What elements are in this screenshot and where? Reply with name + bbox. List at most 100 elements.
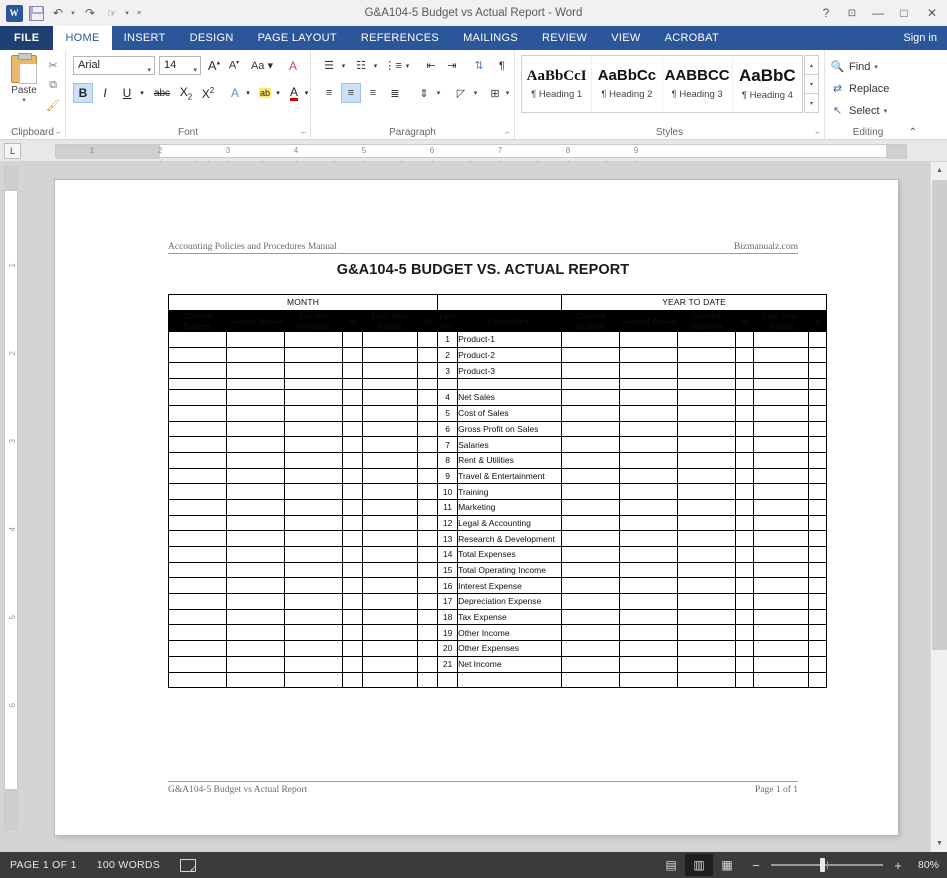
cell-value-empty[interactable] bbox=[342, 483, 363, 500]
cell-value-empty[interactable] bbox=[561, 608, 621, 626]
cell-value-empty[interactable] bbox=[168, 608, 227, 626]
cell-value-empty[interactable] bbox=[735, 624, 755, 642]
cell-value-empty[interactable] bbox=[226, 467, 285, 485]
cell-value-empty[interactable] bbox=[561, 451, 621, 469]
cell-value-empty[interactable] bbox=[416, 467, 439, 485]
underline-button[interactable]: U bbox=[117, 83, 137, 103]
close-button[interactable]: ✕ bbox=[917, 0, 947, 26]
cell-value-empty[interactable] bbox=[342, 577, 363, 595]
cell-value-empty[interactable] bbox=[619, 498, 679, 516]
cell-value-empty[interactable] bbox=[226, 593, 285, 610]
cell-value-empty[interactable] bbox=[362, 483, 418, 500]
vertical-scrollbar[interactable]: ▲ ▼ bbox=[930, 162, 947, 852]
cell-value-empty[interactable] bbox=[753, 346, 810, 364]
text-highlight-button[interactable]: ab bbox=[256, 83, 274, 103]
cell-value-empty[interactable] bbox=[416, 451, 439, 469]
cell-value-empty[interactable] bbox=[168, 483, 227, 500]
tab-view[interactable]: VIEW bbox=[599, 26, 652, 50]
multilevel-dropdown[interactable]: ▾ bbox=[403, 56, 412, 75]
font-size-combobox[interactable]: 14 ▾ bbox=[159, 56, 201, 75]
bullets-button[interactable]: ☰ bbox=[319, 56, 339, 75]
horizontal-ruler-track[interactable]: 1 2 3 4 5 6 7 8 9 L L L L L L L L L L L … bbox=[55, 144, 907, 169]
cell-value-empty[interactable] bbox=[808, 331, 828, 348]
cell-description[interactable]: Total Expenses bbox=[457, 546, 563, 563]
cell-value-empty[interactable] bbox=[753, 640, 810, 657]
styles-scroll-up-button[interactable]: ▴ bbox=[804, 55, 819, 74]
cell-value-empty[interactable] bbox=[226, 624, 285, 642]
cell-value-empty[interactable] bbox=[561, 362, 621, 380]
cell-value-empty[interactable] bbox=[342, 346, 363, 364]
table-row[interactable]: 20 Other Expenses bbox=[168, 640, 828, 657]
cell-value-empty[interactable] bbox=[735, 346, 755, 364]
document-footer[interactable]: G&A104-5 Budget vs Actual Report Page 1 … bbox=[168, 781, 798, 795]
cell-description[interactable]: Other Income bbox=[457, 624, 563, 642]
cell-value-empty[interactable] bbox=[342, 671, 363, 689]
cell-value-empty[interactable] bbox=[808, 404, 828, 422]
cell-value-empty[interactable] bbox=[753, 577, 810, 595]
cell-value-empty[interactable] bbox=[677, 624, 737, 642]
cell-value-empty[interactable] bbox=[619, 561, 679, 579]
cell-line-no[interactable]: 20 bbox=[437, 640, 459, 657]
cell-value-empty[interactable] bbox=[168, 498, 227, 516]
cell-value-empty[interactable] bbox=[362, 346, 418, 364]
cell-value-empty[interactable] bbox=[284, 624, 343, 642]
table-row[interactable]: 19 Other Income bbox=[168, 624, 828, 642]
show-formatting-marks-button[interactable]: ¶ bbox=[494, 56, 510, 75]
cell-value-empty[interactable] bbox=[342, 640, 363, 657]
cell-value-empty[interactable] bbox=[342, 404, 363, 422]
decrease-indent-button[interactable]: ⇤ bbox=[421, 56, 441, 75]
line-spacing-button[interactable]: ⇕ bbox=[414, 83, 434, 103]
cell-value-empty[interactable] bbox=[168, 546, 227, 563]
table-row[interactable]: 18 Tax Expense bbox=[168, 608, 828, 626]
vertical-ruler-track[interactable]: 1 2 3 4 5 6 bbox=[4, 190, 18, 790]
cell-value-empty[interactable] bbox=[561, 640, 621, 657]
cell-value-empty[interactable] bbox=[284, 498, 343, 516]
cell-value-empty[interactable] bbox=[677, 608, 737, 626]
cell-value-empty[interactable] bbox=[677, 593, 737, 610]
cell-value-empty[interactable] bbox=[168, 420, 227, 438]
cell-value-empty[interactable] bbox=[677, 546, 737, 563]
document-header[interactable]: Accounting Policies and Procedures Manua… bbox=[168, 242, 798, 254]
document-canvas[interactable]: Accounting Policies and Procedures Manua… bbox=[22, 162, 930, 852]
table-row[interactable]: 10 Training bbox=[168, 483, 828, 500]
cell-value-empty[interactable] bbox=[735, 451, 755, 469]
cell-description[interactable]: Travel & Entertainment bbox=[457, 467, 563, 485]
cell-value-empty[interactable] bbox=[677, 640, 737, 657]
cell-description[interactable]: Net Income bbox=[457, 655, 563, 673]
clear-formatting-button[interactable]: A bbox=[282, 56, 304, 75]
tab-stop-selector[interactable]: L bbox=[4, 143, 21, 159]
cell-value-empty[interactable] bbox=[561, 436, 621, 453]
cell-value-empty[interactable] bbox=[362, 608, 418, 626]
cell-line-no[interactable]: 6 bbox=[437, 420, 459, 438]
cell-value-empty[interactable] bbox=[284, 655, 343, 673]
cell-value-empty[interactable] bbox=[168, 561, 227, 579]
scrollbar-thumb[interactable] bbox=[932, 180, 947, 650]
cell-value-empty[interactable] bbox=[362, 436, 418, 453]
cell-value-empty[interactable] bbox=[226, 655, 285, 673]
table-row[interactable]: 7 Salaries bbox=[168, 436, 828, 453]
cell-line-no[interactable]: 2 bbox=[437, 346, 459, 364]
cell-value-empty[interactable] bbox=[342, 467, 363, 485]
cell-value-empty[interactable] bbox=[226, 451, 285, 469]
table-row[interactable]: 14 Total Expenses bbox=[168, 546, 828, 563]
justify-button[interactable]: ≣ bbox=[385, 83, 405, 103]
cell-value-empty[interactable] bbox=[753, 624, 810, 642]
tab-file[interactable]: FILE bbox=[0, 26, 54, 50]
cell-value-empty[interactable] bbox=[753, 561, 810, 579]
cell-value-empty[interactable] bbox=[561, 655, 621, 673]
cell-value-empty[interactable] bbox=[168, 530, 227, 547]
cell-value-empty[interactable] bbox=[362, 561, 418, 579]
cell-value-empty[interactable] bbox=[362, 577, 418, 595]
cell-value-empty[interactable] bbox=[168, 346, 227, 364]
shrink-font-button[interactable]: A▾ bbox=[225, 56, 243, 75]
cell-value-empty[interactable] bbox=[416, 624, 439, 642]
superscript-button[interactable]: X2 bbox=[198, 83, 218, 103]
cell-value-empty[interactable] bbox=[284, 451, 343, 469]
cell-value-empty[interactable] bbox=[619, 530, 679, 547]
table-row[interactable]: 5 Cost of Sales bbox=[168, 404, 828, 422]
cell-value-empty[interactable] bbox=[416, 530, 439, 547]
cell-value-empty[interactable] bbox=[808, 577, 828, 595]
cell-value-empty[interactable] bbox=[677, 577, 737, 595]
cell-value-empty[interactable] bbox=[284, 593, 343, 610]
cell-value-empty[interactable] bbox=[677, 404, 737, 422]
